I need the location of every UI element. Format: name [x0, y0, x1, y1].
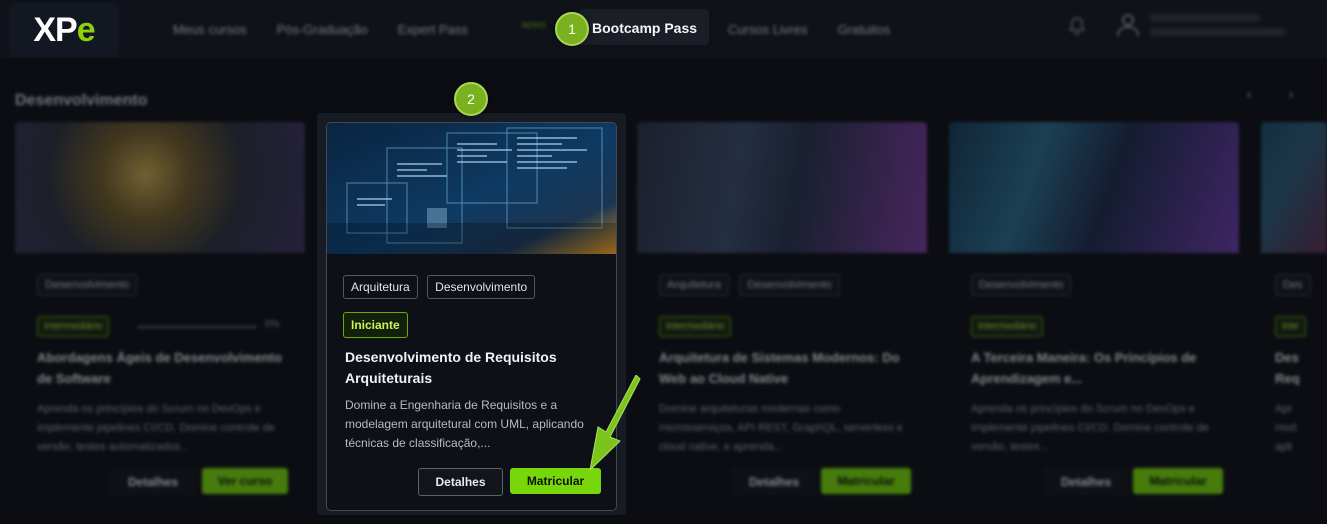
course-description: Apr mod apli	[1275, 403, 1297, 453]
logo-letter-e: e	[76, 10, 96, 49]
main-nav: Meus cursos Pós-Graduação Expert Pass	[173, 0, 498, 58]
level-badge: Intermediário	[37, 316, 110, 337]
course-title: Des Req	[1275, 350, 1300, 386]
course-description: Aprenda os princípios do Scrum no DevOps…	[37, 403, 275, 453]
logo-letter-p: P	[55, 10, 78, 49]
course-thumbnail	[1261, 122, 1327, 253]
course-thumbnail	[637, 122, 927, 253]
course-tag: Desenvolvimento	[37, 274, 138, 296]
progress-bar	[137, 325, 257, 329]
main-nav-right: Cursos Livres Gratuitos	[728, 0, 920, 58]
course-card[interactable]: Desenvolvimento Intermediário 0% Abordag…	[15, 122, 305, 512]
course-tag: Desenvolvimento	[739, 274, 840, 296]
course-description: Domine a Engenharia de Requisitos e a mo…	[345, 398, 584, 450]
chevron-right-icon[interactable]: ›	[1278, 86, 1304, 108]
nav-item-bootcamp-pass-label: Bootcamp Pass	[592, 20, 698, 36]
nav-item-bootcamp-pass[interactable]: Bootcamp Pass	[579, 9, 709, 45]
course-tag: Des	[1275, 274, 1311, 296]
tag-arquitetura[interactable]: Arquitetura	[343, 275, 418, 299]
level-badge: Inte	[1275, 316, 1306, 337]
user-info[interactable]	[1150, 8, 1290, 42]
top-navbar: XPe Meus cursos Pós-Graduação Expert Pas…	[0, 0, 1327, 58]
bell-icon[interactable]	[1068, 17, 1086, 40]
enroll-button[interactable]: Matricular	[1133, 468, 1223, 494]
xpe-logo[interactable]: XPe	[9, 3, 119, 57]
nav-item-meus-cursos[interactable]: Meus cursos	[173, 22, 247, 37]
enroll-button[interactable]: Matricular	[821, 468, 911, 494]
tag-desenvolvimento[interactable]: Desenvolvimento	[427, 275, 536, 299]
details-button[interactable]: Detalhes	[109, 468, 197, 496]
section-title: Desenvolvimento	[15, 92, 148, 109]
level-badge: Iniciante	[343, 312, 408, 338]
course-title: Arquitetura de Sistemas Modernos: Do Web…	[659, 350, 900, 386]
nav-item-expert-pass[interactable]: Expert Pass	[398, 22, 468, 37]
course-description: Domine arquiteturas modernas como micros…	[659, 403, 903, 453]
course-tag: Arquitetura	[659, 274, 729, 296]
course-card-focused[interactable]: Arquitetura Desenvolvimento Iniciante De…	[326, 122, 617, 511]
view-course-button[interactable]: Ver curso	[202, 468, 288, 494]
course-card[interactable]: Desenvolvimento Intermediário A Terceira…	[949, 122, 1239, 512]
level-badge: Intermediário	[659, 316, 732, 337]
step-marker-2: 2	[454, 82, 488, 116]
logo-letter-x: X	[33, 10, 56, 49]
course-title: Abordagens Ágeis de Desenvolvimento de S…	[37, 350, 282, 386]
course-card[interactable]: Arquitetura Desenvolvimento Intermediári…	[637, 122, 927, 512]
nav-item-cursos-livres[interactable]: Cursos Livres	[728, 22, 807, 37]
level-badge: Intermediário	[971, 316, 1044, 337]
nav-item-pos-graduacao[interactable]: Pós-Graduação	[277, 22, 368, 37]
course-thumbnail	[327, 123, 616, 254]
course-card[interactable]: Des Inte Des Req Apr mod apli	[1261, 122, 1327, 512]
tag-list: Arquitetura Desenvolvimento	[343, 275, 540, 299]
user-icon[interactable]	[1117, 13, 1139, 42]
step-marker-1: 1	[555, 12, 589, 46]
course-tag: Desenvolvimento	[971, 274, 1072, 296]
tag-list: Arquitetura Desenvolvimento	[659, 274, 846, 296]
course-title: A Terceira Maneira: Os Princípios de Apr…	[971, 350, 1197, 386]
course-description: Aprenda os princípios do Scrum no DevOps…	[971, 403, 1209, 453]
details-button[interactable]: Detalhes	[1043, 468, 1129, 496]
progress-text: 0%	[265, 319, 280, 330]
chevron-left-icon[interactable]: ‹	[1236, 86, 1262, 108]
new-badge: NOVO	[522, 21, 546, 30]
course-title: Desenvolvimento de Requisitos Arquitetur…	[345, 349, 557, 386]
tag-list: Des	[1275, 274, 1317, 296]
details-button[interactable]: Detalhes	[418, 468, 503, 496]
tag-list: Desenvolvimento	[971, 274, 1077, 296]
annotation-arrow-icon	[589, 375, 641, 472]
details-button[interactable]: Detalhes	[731, 468, 817, 496]
nav-item-gratuitos[interactable]: Gratuitos	[837, 22, 890, 37]
tag-list: Desenvolvimento	[37, 274, 143, 296]
course-thumbnail	[949, 122, 1239, 253]
course-thumbnail	[15, 122, 305, 253]
